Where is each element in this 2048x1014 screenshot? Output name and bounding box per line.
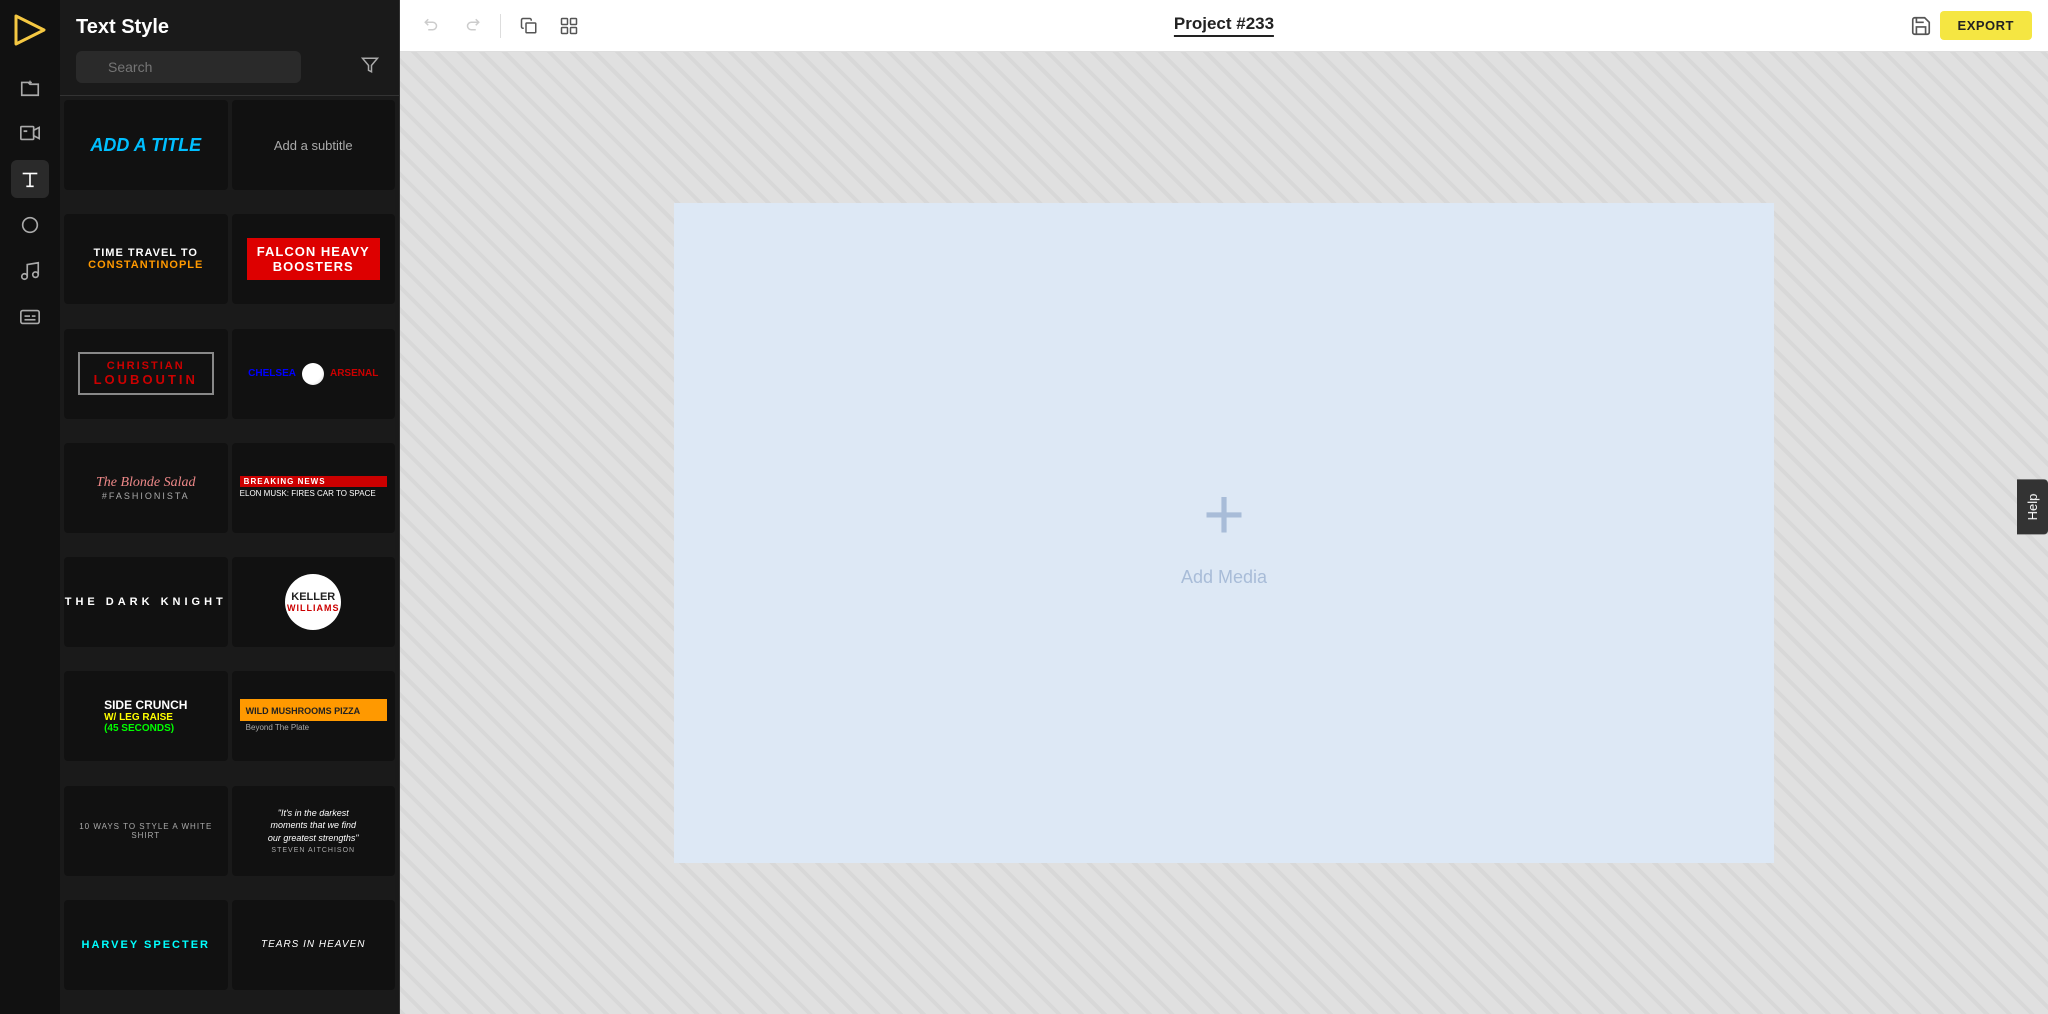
template-add-title[interactable]: ADD A TITLE <box>64 100 228 190</box>
canvas-wrapper[interactable]: + Add Media <box>400 52 2048 1014</box>
template-harvey-specter[interactable]: HARVEY SPECTER <box>64 900 228 990</box>
app-logo[interactable] <box>12 12 48 48</box>
save-button[interactable] <box>1910 15 1932 37</box>
export-button[interactable]: EXPORT <box>1940 11 2032 40</box>
redo-button[interactable] <box>456 10 488 42</box>
undo-button[interactable] <box>416 10 448 42</box>
main-area: Project #233 EXPORT + Add Media <box>400 0 2048 1014</box>
sidebar-icon-shapes[interactable] <box>11 206 49 244</box>
sidebar-icon-captions[interactable] <box>11 298 49 336</box>
template-white-shirt[interactable]: 10 WAYS TO STYLE A WHITE SHIRT <box>64 786 228 876</box>
toolbar: Project #233 EXPORT <box>400 0 2048 52</box>
template-quote[interactable]: "It's in the darkestmoments that we find… <box>232 786 396 876</box>
template-wild-mushrooms[interactable]: WILD MUSHROOMS PIZZA Beyond The Plate <box>232 671 396 761</box>
canvas[interactable]: + Add Media <box>674 203 1774 863</box>
sidebar-icon-music[interactable] <box>11 252 49 290</box>
duplicate-button[interactable] <box>513 10 545 42</box>
template-tears-in-heaven[interactable]: TEARS IN HEAVEN <box>232 900 396 990</box>
icon-sidebar <box>0 0 60 1014</box>
template-side-crunch[interactable]: SIDE CRUNCH W/ LEG RAISE (45 SECONDS) <box>64 671 228 761</box>
add-media-icon: + <box>1203 479 1245 551</box>
template-dark-knight[interactable]: THE DARK KNIGHT <box>64 557 228 647</box>
template-falcon-heavy[interactable]: FALCON HEAVYBOOSTERS <box>232 214 396 304</box>
template-keller-williams[interactable]: KELLER WILLIAMS <box>232 557 396 647</box>
search-wrapper: 🔍 <box>76 51 349 83</box>
sidebar-icon-video[interactable] <box>11 114 49 152</box>
project-title: Project #233 <box>1174 14 1274 37</box>
add-media-label: Add Media <box>1181 567 1267 588</box>
filter-button[interactable] <box>357 52 383 83</box>
panel-header: Text Style 🔍 <box>60 0 399 96</box>
template-time-travel[interactable]: TIME TRAVEL TO CONSTANTINOPLE <box>64 214 228 304</box>
template-chelsea-arsenal[interactable]: CHELSEA ARSENAL <box>232 329 396 419</box>
toolbar-separator-1 <box>500 14 501 38</box>
panel-title: Text Style <box>76 16 383 39</box>
search-input[interactable] <box>76 51 301 83</box>
template-blonde-salad[interactable]: The Blonde Salad #FASHIONISTA <box>64 443 228 533</box>
template-add-subtitle[interactable]: Add a subtitle <box>232 100 396 190</box>
toolbar-right: EXPORT <box>1910 11 2032 40</box>
group-button[interactable] <box>553 10 585 42</box>
sidebar-icon-text[interactable] <box>11 160 49 198</box>
help-button[interactable]: Help <box>2017 480 2048 535</box>
template-breaking-news[interactable]: BREAKING NEWS ELON MUSK: FIRES CAR TO SP… <box>232 443 396 533</box>
sidebar-icon-folder[interactable] <box>11 68 49 106</box>
text-style-panel: Text Style 🔍 ADD A TITLE Add a subtitle … <box>60 0 400 1014</box>
template-christian-louboutin[interactable]: CHRISTIAN LOUBOUTIN <box>64 329 228 419</box>
templates-grid: ADD A TITLE Add a subtitle TIME TRAVEL T… <box>60 96 399 1014</box>
